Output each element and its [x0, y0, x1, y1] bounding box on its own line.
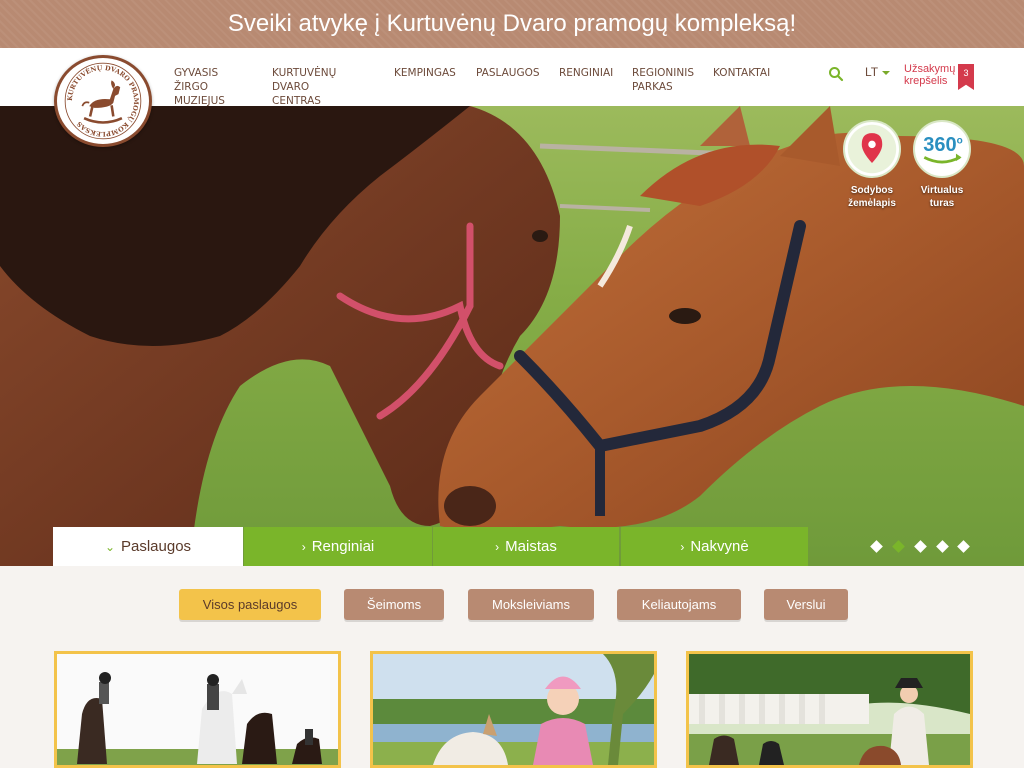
map-label-line: Sodybos: [850, 185, 894, 196]
tab-label: Renginiai: [311, 538, 375, 555]
nav-label: KONTAKTAI: [713, 67, 771, 79]
banner-greeting: Sveiki atvykę į: [227, 10, 380, 37]
virtual-tour-360-icon[interactable]: 360o: [913, 120, 971, 178]
filter-families[interactable]: Šeimoms: [344, 589, 444, 620]
map-link-label[interactable]: Sodybos žemėlapis: [832, 184, 912, 210]
nav-label: KEMPINGAS: [394, 67, 456, 79]
chevron-right-icon: ›: [680, 540, 685, 554]
nav-item-regional-park[interactable]: REGIONINIS PARKAS: [632, 66, 694, 94]
chevron-right-icon: ›: [301, 540, 306, 554]
nav-item-contacts[interactable]: KONTAKTAI: [713, 66, 770, 80]
tab-label: Maistas: [505, 538, 557, 555]
map-pin-icon[interactable]: [843, 120, 901, 178]
tour-label-line: turas: [929, 198, 955, 209]
nav-item-services[interactable]: PASLAUGOS: [476, 66, 540, 80]
nav-label: REGIONINIS: [632, 67, 694, 79]
nav-label: PARKAS: [632, 81, 673, 93]
rocking-horse-icon: KURTUVĖNŲ DVARO PRAMOGŲ KOMPLEKSAS: [63, 61, 143, 141]
nav-item-events[interactable]: RENGINIAI: [559, 66, 613, 80]
order-cart-link[interactable]: Užsakymų krepšelis: [904, 63, 955, 87]
tab-services[interactable]: ⌄ Paslaugos: [53, 527, 243, 566]
cart-label: krepšelis: [904, 75, 948, 87]
nav-item-camping[interactable]: KEMPINGAS: [394, 66, 456, 80]
cart-label: Užsakymų: [904, 63, 956, 75]
tab-events[interactable]: › Renginiai: [244, 527, 432, 566]
service-card-horse-riding[interactable]: [54, 651, 341, 768]
service-card-families[interactable]: [370, 651, 657, 768]
chevron-right-icon: ›: [495, 540, 500, 554]
tour-label-line: Virtualus: [920, 185, 964, 196]
welcome-banner: Sveiki atvykę į Kurtuvėnų Dvaro pramogų …: [0, 0, 1024, 48]
tab-accommodation[interactable]: › Nakvynė: [621, 527, 808, 566]
nav-label: RENGINIAI: [559, 67, 614, 79]
service-card-pupils[interactable]: [686, 651, 973, 768]
nav-label: KURTUVĖNŲ DVARO: [272, 67, 337, 93]
filter-business[interactable]: Verslui: [764, 589, 848, 620]
child-with-pony-photo: [373, 654, 654, 765]
nav-item-manor-centre[interactable]: KURTUVĖNŲ DVARO CENTRAS: [272, 66, 336, 108]
filter-pupils[interactable]: Moksleiviams: [468, 589, 594, 620]
hero-slider: Sodybos žemėlapis 360o Virtualus turas: [0, 106, 1024, 566]
tab-label: Paslaugos: [121, 538, 192, 555]
filter-travellers[interactable]: Keliautojams: [617, 589, 741, 620]
chevron-down-icon: [882, 70, 891, 75]
riders-photo: [57, 654, 338, 765]
map-label-line: žemėlapis: [848, 198, 896, 209]
language-label: LT: [865, 65, 879, 79]
nav-label: GYVASIS ŽIRGO: [174, 67, 219, 93]
filter-all-services[interactable]: Visos paslaugos: [179, 589, 321, 620]
banner-name: Kurtuvėnų Dvaro pramogų kompleksą!: [386, 10, 797, 37]
nav-item-horse-museum[interactable]: GYVASIS ŽIRGO MUZIEJUS: [174, 66, 225, 108]
nav-label: PASLAUGOS: [476, 67, 540, 79]
virtual-tour-link-label[interactable]: Virtualus turas: [902, 184, 982, 210]
tab-food[interactable]: › Maistas: [433, 527, 619, 566]
search-icon[interactable]: [828, 66, 844, 82]
language-selector[interactable]: LT: [865, 65, 891, 79]
chevron-down-icon: ⌄: [104, 540, 115, 554]
site-logo[interactable]: KURTUVĖNŲ DVARO PRAMOGŲ KOMPLEKSAS: [54, 55, 152, 147]
pirates-event-photo: [689, 654, 970, 765]
tab-label: Nakvynė: [690, 538, 749, 555]
